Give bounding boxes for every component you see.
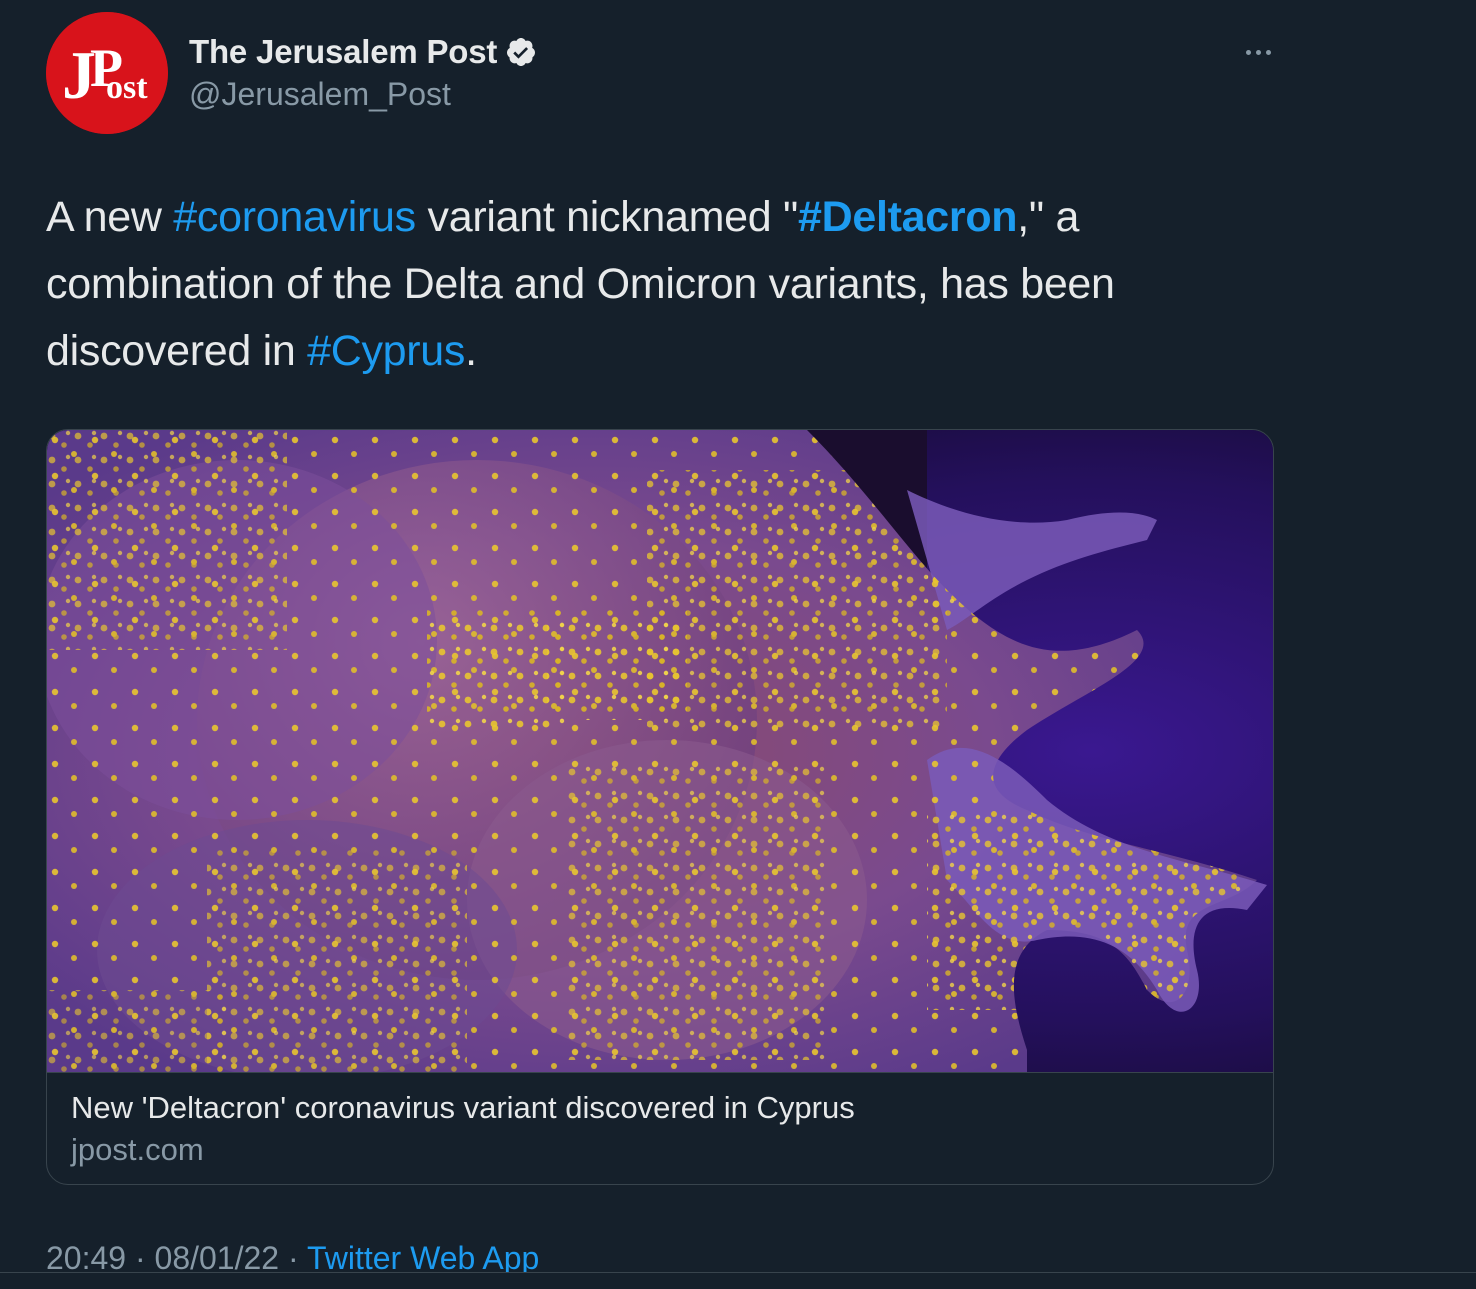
tweet-source-link[interactable]: Twitter Web App [307,1240,539,1276]
author-handle[interactable]: @Jerusalem_Post [189,76,537,113]
author-name-row: The Jerusalem Post [189,30,537,74]
meta-separator: · [126,1240,155,1276]
card-image[interactable] [47,430,1273,1072]
hashtag-cyprus[interactable]: #Cyprus [307,327,465,375]
tweet-time[interactable]: 20:49 [46,1240,126,1276]
tweet-detail-page: J P ost The Jerusalem Post @Jerusalem_Po… [0,0,1476,1289]
more-dot [1255,49,1261,55]
tweet-text-segment: variant nicknamed " [415,193,799,241]
more-options-icon[interactable] [1236,36,1280,68]
bottom-mask [0,1273,1476,1289]
card-divider [47,1072,1273,1073]
card-title[interactable]: New 'Deltacron' coronavirus variant disc… [71,1090,855,1126]
more-dot [1265,49,1271,55]
hashtag-deltacron[interactable]: #Deltacron [798,193,1018,241]
verified-badge-icon [507,38,536,66]
jpost-logo-icon: J P ost [46,12,168,134]
author-display-name[interactable]: The Jerusalem Post [189,33,497,71]
link-preview-card[interactable]: New 'Deltacron' coronavirus variant disc… [46,429,1274,1185]
svg-text:ost: ost [106,69,148,106]
avatar[interactable]: J P ost [46,12,168,134]
tweet-text-segment: A new [46,193,174,241]
virus-micrograph-image-icon [47,430,1273,1072]
card-domain: jpost.com [71,1132,204,1167]
more-dot [1245,49,1251,55]
meta-separator: · [279,1240,307,1276]
tweet-text: A new #coronavirus variant nicknamed "#D… [46,184,1276,385]
tweet-text-segment: . [465,327,477,375]
tweet-author: The Jerusalem Post @Jerusalem_Post [189,30,537,113]
hashtag-coronavirus[interactable]: #coronavirus [173,193,416,241]
tweet-date[interactable]: 08/01/22 [155,1240,280,1276]
